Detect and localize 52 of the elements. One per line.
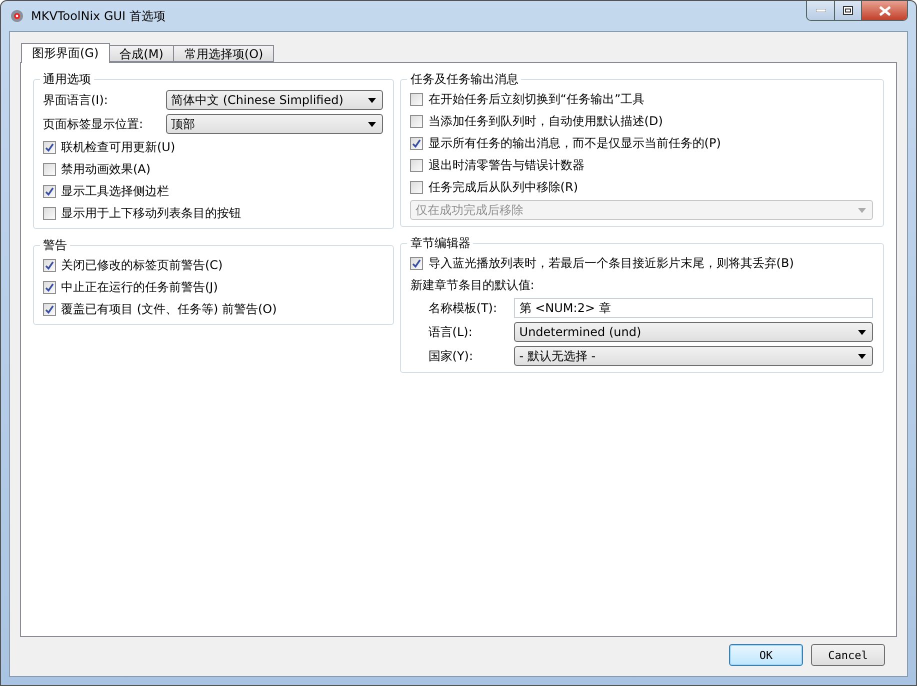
tab[interactable]: 合成(M) (108, 45, 174, 62)
checkbox[interactable]: 导入蓝光播放列表时，若最后一个条目接近影片末尾，则将其丢弃(B) (410, 254, 794, 272)
tab[interactable]: 常用选择项(O) (173, 45, 274, 62)
dropdown-arrow-icon (368, 98, 376, 102)
group-title: 通用选项 (42, 71, 92, 88)
app-icon (9, 8, 25, 24)
checkbox[interactable]: 退出时清零警告与错误计数器 (410, 156, 584, 174)
checkbox[interactable]: 显示用于上下移动列表条目的按钮 (43, 204, 241, 222)
dialog-button[interactable]: OK (729, 644, 803, 666)
maximize-icon (843, 6, 853, 15)
checkmark-icon (412, 258, 422, 268)
dropdown[interactable]: 简体中文 (Chinese Simplified) (166, 90, 384, 110)
checkmark-icon (45, 304, 54, 314)
field-label: 页面标签显示位置: (43, 116, 144, 132)
section-label: 新建章节条目的默认值: (410, 276, 534, 294)
checkmark-icon (45, 282, 54, 292)
field-label: 语言(L): (428, 324, 474, 340)
checkmark-icon (45, 186, 54, 196)
dropdown-arrow-icon (858, 354, 866, 358)
close-icon (878, 6, 890, 16)
checkbox[interactable]: 中止正在运行的任务前警告(J) (43, 278, 218, 296)
field-label: 界面语言(I): (43, 92, 109, 108)
checkbox[interactable]: 显示工具选择侧边栏 (43, 182, 169, 200)
dropdown-arrow-icon (368, 122, 376, 126)
close-button[interactable] (861, 1, 907, 20)
maximize-button[interactable] (834, 1, 861, 20)
checkbox[interactable]: 任务完成后从队列中移除(R) (410, 178, 578, 196)
checkbox[interactable]: 关闭已修改的标签页前警告(C) (43, 256, 223, 274)
dropdown[interactable]: Undetermined (und) (514, 322, 873, 342)
dropdown-arrow-icon (858, 330, 866, 334)
group-title: 任务及任务输出消息 (409, 71, 520, 88)
dialog-button[interactable]: Cancel (811, 644, 885, 666)
dropdown-arrow-icon (858, 208, 866, 212)
dropdown[interactable]: 顶部 (166, 114, 384, 134)
field-label: 国家(Y): (428, 348, 474, 364)
checkbox[interactable]: 当添加任务到队列时，自动使用默认描述(D) (410, 112, 663, 130)
tab[interactable]: 图形界面(G) (21, 43, 110, 63)
checkbox[interactable]: 显示所有任务的输出消息，而不是仅显示当前任务的(P) (410, 134, 721, 152)
minimize-icon (816, 9, 826, 12)
checkmark-icon (412, 138, 422, 148)
checkbox[interactable]: 在开始任务后立刻切换到“任务输出”工具 (410, 90, 645, 108)
checkbox[interactable]: 覆盖已有项目 (文件、任务等) 前警告(O) (43, 300, 277, 318)
checkmark-icon (45, 260, 54, 270)
input-field[interactable]: 第 <NUM:2> 章 (514, 298, 873, 318)
checkmark-icon (45, 142, 54, 152)
checkbox[interactable]: 禁用动画效果(A) (43, 160, 151, 178)
dropdown[interactable]: - 默认无选择 - (514, 346, 873, 366)
window-title: MKVToolNix GUI 首选项 (31, 8, 166, 24)
checkbox[interactable]: 联机检查可用更新(U) (43, 138, 176, 156)
group-title: 章节编辑器 (409, 235, 472, 252)
field-label: 名称模板(T): (428, 300, 498, 316)
group-title: 警告 (42, 237, 68, 254)
